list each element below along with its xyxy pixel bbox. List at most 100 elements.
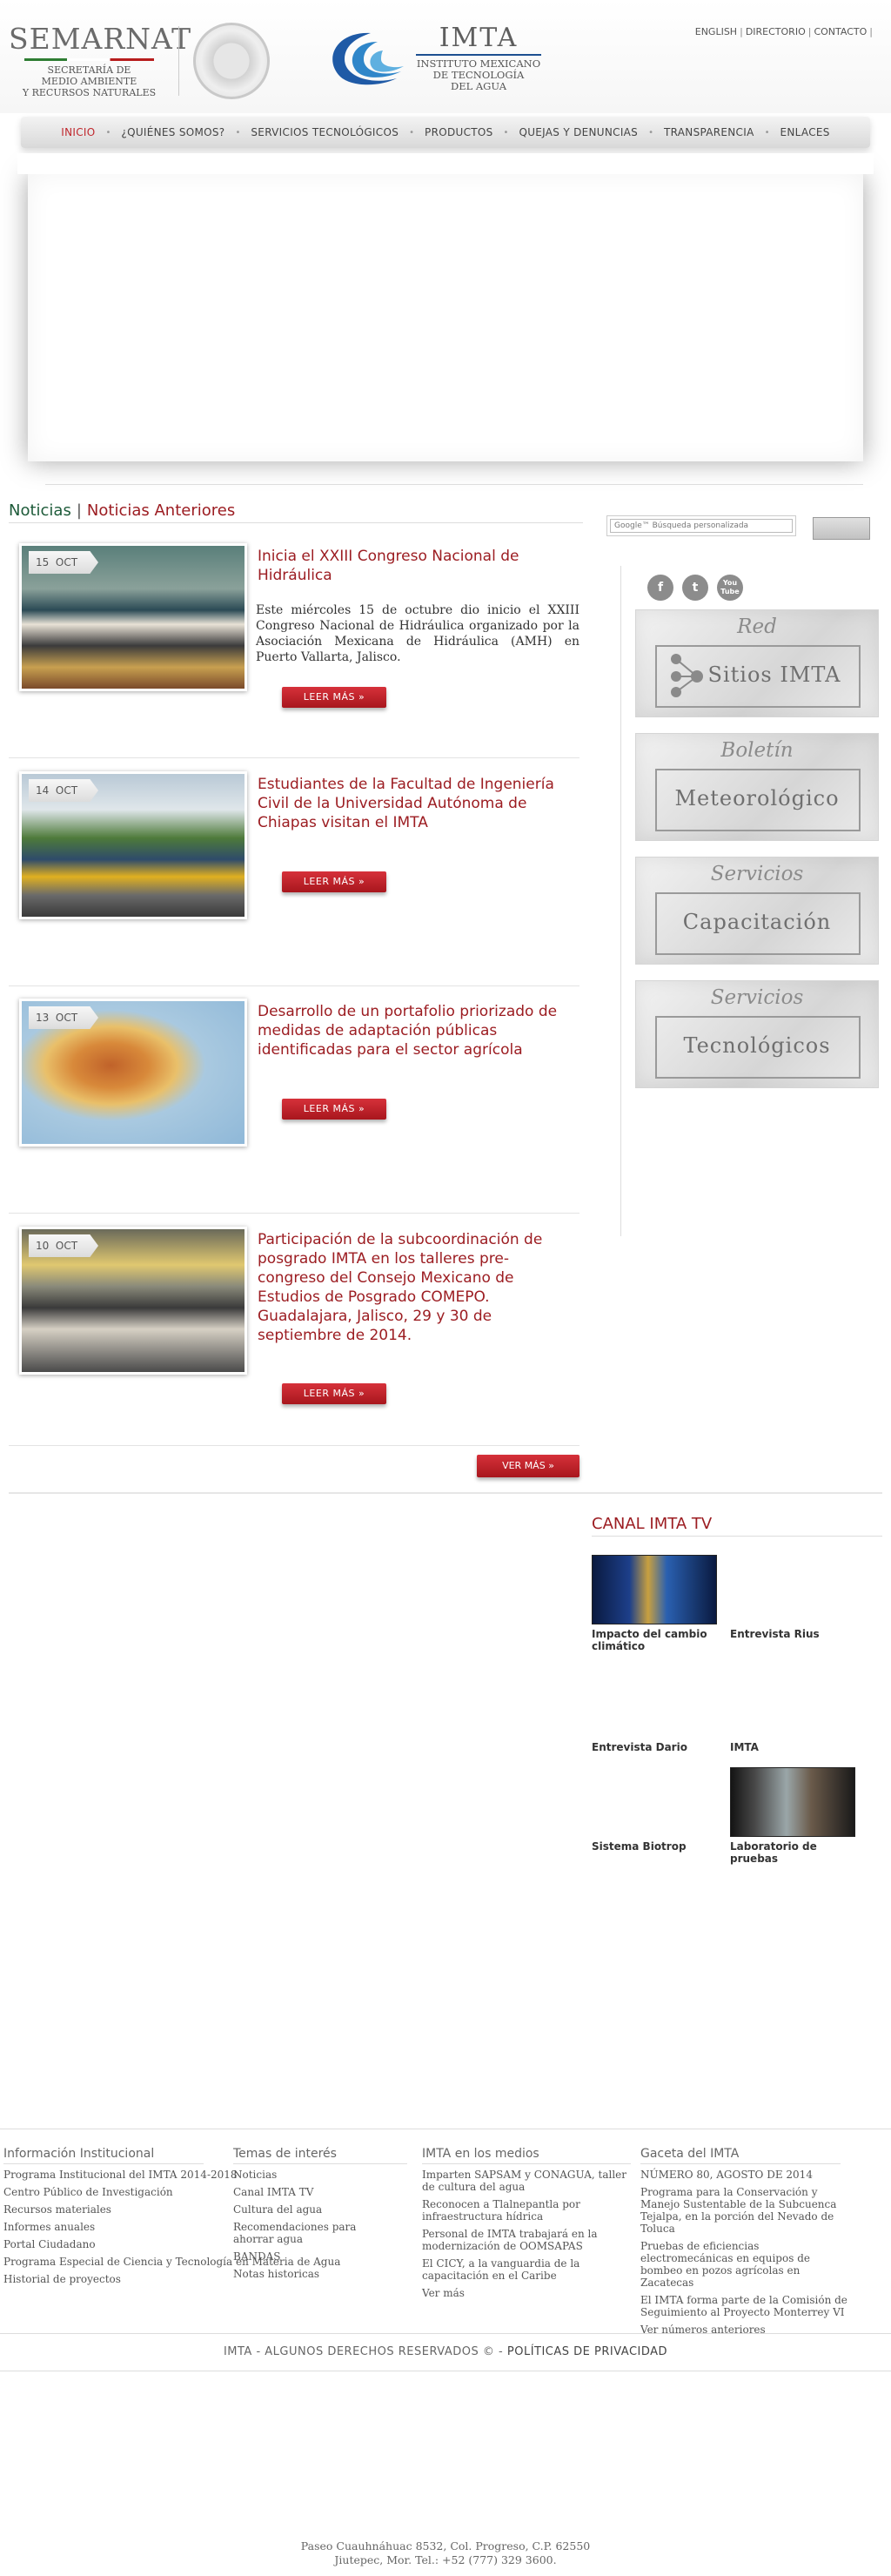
directorio-link[interactable]: DIRECTORIO bbox=[746, 26, 806, 37]
footer-link[interactable]: Noticias bbox=[233, 2169, 372, 2181]
news-image[interactable]: 10 OCT bbox=[19, 1227, 247, 1375]
read-more-button[interactable]: LEER MÁS » bbox=[282, 1383, 386, 1404]
banner-red-sitios-imta[interactable]: Red Sitios IMTA bbox=[635, 609, 879, 717]
divider bbox=[9, 1445, 579, 1446]
address-line: Jiutepec, Mor. Tel.: +52 (777) 329 3600. bbox=[334, 2553, 557, 2566]
footer-link[interactable]: Ver más bbox=[422, 2287, 631, 2299]
date-tag: 14 OCT bbox=[29, 779, 98, 802]
news-image[interactable]: 14 OCT bbox=[19, 771, 247, 919]
news-item: 14 OCT Estudiantes de la Facultad de Ing… bbox=[9, 771, 579, 989]
footer-link[interactable]: Programa para la Conservación y Manejo S… bbox=[640, 2186, 849, 2235]
read-more-button[interactable]: LEER MÁS » bbox=[282, 1099, 386, 1120]
date-tag: 10 OCT bbox=[29, 1234, 98, 1257]
footer-column-temas: Temas de interés Noticias Canal IMTA TV … bbox=[233, 2147, 407, 2285]
news-title[interactable]: Inicia el XXIII Congreso Nacional de Hid… bbox=[258, 547, 571, 585]
semarnat-subtitle-1: SECRETARÍA DE bbox=[47, 64, 131, 76]
top-links: ENGLISH | DIRECTORIO | CONTACTO | bbox=[694, 26, 873, 37]
nav-item-quejas[interactable]: QUEJAS Y DENUNCIAS bbox=[508, 126, 648, 138]
divider bbox=[9, 1213, 579, 1214]
main-nav: INICIO • ¿QUIÉNES SOMOS? • SERVICIOS TECNO… bbox=[21, 117, 870, 148]
banner-top-text: Red bbox=[737, 615, 777, 638]
news-tabs: Noticias | Noticias Anteriores bbox=[9, 501, 236, 520]
footer-link[interactable]: NÚMERO 80, AGOSTO DE 2014 bbox=[640, 2169, 849, 2181]
footer-link[interactable]: Reconocen a Tlalnepantla por infraestruc… bbox=[422, 2198, 631, 2223]
tab-noticias[interactable]: Noticias bbox=[9, 501, 71, 520]
banner-servicios-tecnologicos[interactable]: Servicios Tecnológicos bbox=[635, 980, 879, 1088]
news-title[interactable]: Estudiantes de la Facultad de Ingeniería… bbox=[258, 775, 571, 832]
news-image[interactable]: 15 OCT bbox=[19, 543, 247, 691]
footer-column-title: Temas de interés bbox=[233, 2147, 407, 2164]
address: Paseo Cuauhnáhuac 8532, Col. Progreso, C… bbox=[0, 2539, 891, 2567]
footer-link[interactable]: El CICY, a la vanguardia de la capacitac… bbox=[422, 2257, 631, 2282]
video-thumbnail[interactable] bbox=[730, 1767, 855, 1837]
see-more-news-button[interactable]: VER MÁS » bbox=[477, 1455, 579, 1477]
divider bbox=[9, 757, 579, 758]
footer-link[interactable]: Imparten SAPSAM y CONAGUA, taller de cul… bbox=[422, 2169, 631, 2193]
nav-item-quienes-somos[interactable]: ¿QUIÉNES SOMOS? bbox=[111, 126, 235, 138]
banner-bottom-text: Capacitación bbox=[682, 910, 832, 934]
english-link[interactable]: ENGLISH bbox=[695, 26, 737, 37]
news-item: 10 OCT Participación de la subcoordinaci… bbox=[9, 1227, 579, 1444]
search-button[interactable] bbox=[813, 517, 870, 540]
video-title[interactable]: Impacto del cambio climático bbox=[592, 1628, 722, 1652]
date-tag: 13 OCT bbox=[29, 1006, 98, 1029]
video-title[interactable]: IMTA bbox=[730, 1741, 861, 1753]
footer-link[interactable]: Personal de IMTA trabajará en la moderni… bbox=[422, 2228, 631, 2252]
footer-link[interactable]: BANDAS bbox=[233, 2250, 372, 2263]
news-item: 15 OCT Inicia el XXIII Congreso Nacional… bbox=[9, 543, 579, 761]
nav-item-servicios-tecnologicos[interactable]: SERVICIOS TECNOLÓGICOS bbox=[240, 126, 409, 138]
semarnat-subtitle-2: MEDIO AMBIENTE bbox=[41, 76, 137, 87]
news-title[interactable]: Participación de la subcoordinación de p… bbox=[258, 1230, 571, 1345]
semarnat-logo[interactable]: SEMARNAT SECRETARÍA DE MEDIO AMBIENTE Y … bbox=[9, 23, 191, 99]
contacto-link[interactable]: CONTACTO bbox=[814, 26, 867, 37]
news-title[interactable]: Desarrollo de un portafolio priorizado d… bbox=[258, 1002, 571, 1059]
banner-boletin-meteorologico[interactable]: Boletín Meteorológico bbox=[635, 733, 879, 841]
slider-top-mask bbox=[17, 153, 874, 174]
tv-section-title: CANAL IMTA TV bbox=[592, 1515, 713, 1533]
read-more-button[interactable]: LEER MÁS » bbox=[282, 687, 386, 708]
news-item: 13 OCT Desarrollo de un portafolio prior… bbox=[9, 999, 579, 1216]
banner-bottom-text: Meteorológico bbox=[674, 786, 840, 810]
nav-item-inicio[interactable]: INICIO bbox=[50, 126, 105, 138]
banner-top-text: Servicios bbox=[710, 986, 804, 1009]
footer-link[interactable]: Cultura del agua bbox=[233, 2203, 372, 2216]
footer-link[interactable]: Canal IMTA TV bbox=[233, 2186, 372, 2198]
imta-title: IMTA bbox=[439, 23, 519, 53]
video-thumbnail[interactable] bbox=[592, 1555, 717, 1624]
date-tag: 15 OCT bbox=[29, 551, 98, 574]
banner-top-text: Boletín bbox=[720, 739, 794, 762]
semarnat-subtitle-3: Y RECURSOS NATURALES bbox=[22, 87, 157, 98]
nav-item-enlaces[interactable]: ENLACES bbox=[770, 126, 841, 138]
footer-link[interactable]: Pruebas de eficiencias electromecánicas … bbox=[640, 2240, 849, 2289]
video-title[interactable]: Laboratorio de pruebas bbox=[730, 1840, 861, 1865]
banner-servicios-capacitacion[interactable]: Servicios Capacitación bbox=[635, 857, 879, 965]
sidebar-divider bbox=[620, 566, 621, 1236]
nav-item-transparencia[interactable]: TRANSPARENCIA bbox=[653, 126, 765, 138]
footer-link[interactable]: El IMTA forma parte de la Comisión de Se… bbox=[640, 2294, 849, 2318]
youtube-icon[interactable]: You Tube bbox=[717, 575, 743, 601]
footer-link[interactable]: Recomendaciones para ahorrar agua bbox=[233, 2221, 372, 2245]
tab-noticias-anteriores[interactable]: Noticias Anteriores bbox=[87, 501, 235, 520]
video-title[interactable]: Sistema Biotrop bbox=[592, 1840, 722, 1853]
search-input[interactable]: Google™ Búsqueda personalizada bbox=[610, 519, 793, 533]
facebook-icon[interactable]: f bbox=[647, 575, 673, 601]
copyright-text: IMTA - ALGUNOS DERECHOS RESERVADOS © bbox=[223, 2345, 495, 2358]
footer-column-title: IMTA en los medios bbox=[422, 2147, 631, 2164]
privacy-policy-link[interactable]: POLÍTICAS DE PRIVACIDAD bbox=[507, 2345, 667, 2358]
video-title[interactable]: Entrevista Rius bbox=[730, 1628, 861, 1640]
read-more-button[interactable]: LEER MÁS » bbox=[282, 871, 386, 892]
news-image[interactable]: 13 OCT bbox=[19, 999, 247, 1147]
news-summary: Este miércoles 15 de octubre dio inicio … bbox=[256, 603, 579, 664]
imta-logo[interactable]: IMTA INSTITUTO MEXICANO DE TECNOLOGÍA DE… bbox=[409, 24, 548, 92]
twitter-icon[interactable]: t bbox=[682, 575, 708, 601]
banner-top-text: Servicios bbox=[710, 863, 804, 885]
footer-link[interactable]: Notas historicas bbox=[233, 2268, 372, 2280]
imta-subtitle-3: DEL AGUA bbox=[450, 80, 507, 92]
video-title[interactable]: Entrevista Dario bbox=[592, 1741, 722, 1753]
divider bbox=[9, 522, 583, 523]
footer-column-gaceta: Gaceta del IMTA NÚMERO 80, AGOSTO DE 201… bbox=[640, 2147, 849, 2341]
nav-item-productos[interactable]: PRODUCTOS bbox=[414, 126, 504, 138]
footer-column-title: Gaceta del IMTA bbox=[640, 2147, 841, 2164]
hero-slider[interactable] bbox=[28, 174, 863, 461]
header-divider bbox=[178, 26, 179, 96]
